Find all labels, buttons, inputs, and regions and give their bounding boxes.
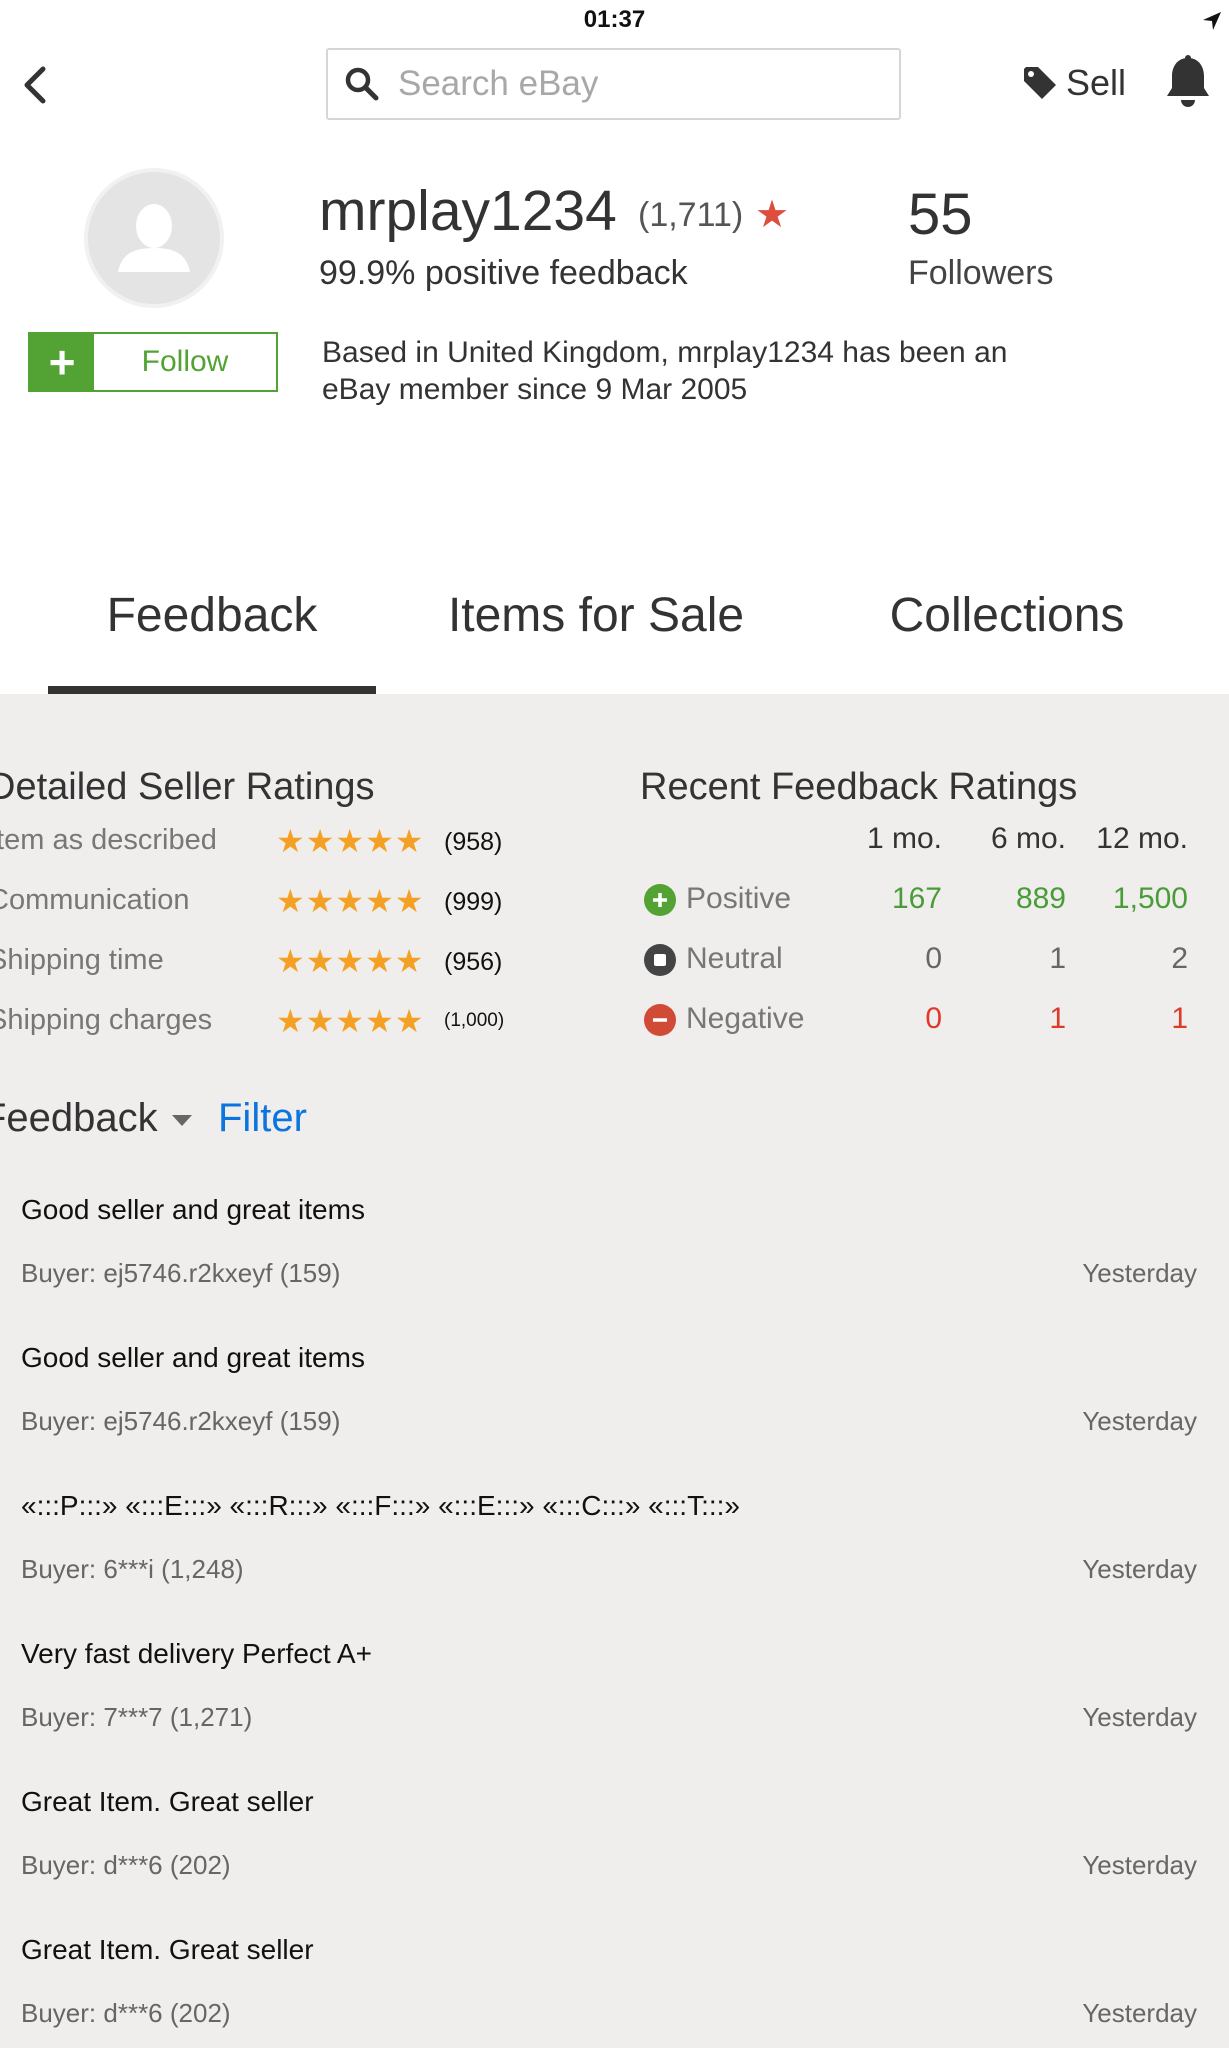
dsr-title: Detailed Seller Ratings — [0, 766, 375, 808]
feedback-buyer: Buyer: d***6 (202) — [21, 1998, 231, 2028]
feedback-date: Yesterday — [1082, 1554, 1197, 1584]
feedback-buyer: Buyer: 7***7 (1,271) — [21, 1702, 253, 1732]
feedback-item[interactable]: Very fast delivery Perfect A+ Buyer: 7**… — [0, 1628, 1229, 1776]
feedback-comment: Great Item. Great seller — [21, 1786, 314, 1817]
dsr-row: Shipping time ★★★★★ (956) — [0, 940, 520, 980]
dsr-count: (958) — [444, 828, 503, 856]
feedback-score[interactable]: (1,711) — [638, 196, 743, 235]
rfr-value: 1,500 — [1112, 882, 1188, 915]
price-tag-icon — [1024, 67, 1056, 99]
feedback-date: Yesterday — [1082, 1998, 1197, 2028]
search-input[interactable] — [398, 58, 878, 110]
rfr-title: Recent Feedback Ratings — [640, 766, 1078, 808]
rfr-value: 889 — [1015, 882, 1066, 915]
tab-feedback[interactable]: Feedback — [48, 560, 376, 694]
star-rating-icon: ★★★★★ — [276, 1003, 425, 1039]
dsr-count: (1,000) — [444, 1010, 505, 1031]
bell-icon — [1167, 55, 1209, 107]
chevron-left-icon — [24, 66, 46, 104]
back-button[interactable] — [14, 62, 54, 108]
status-time: 01:37 — [583, 6, 646, 33]
star-rating-icon: ★★★★★ — [276, 823, 425, 859]
rfr-row-neutral: Neutral 0 1 2 — [640, 938, 1200, 982]
dsr-label: Communication — [0, 884, 190, 916]
feedback-comment: Great Item. Great seller — [21, 1934, 314, 1965]
location-arrow-icon — [1203, 12, 1221, 30]
positive-feedback-percent: 99.9% positive feedback — [319, 254, 688, 292]
filter-link[interactable]: Filter — [218, 1096, 307, 1141]
follow-button[interactable]: + Follow — [28, 332, 278, 392]
feedback-date: Yesterday — [1082, 1850, 1197, 1880]
feedback-comment: Good seller and great items — [21, 1342, 365, 1373]
feedback-date: Yesterday — [1082, 1406, 1197, 1436]
tab-bar: Feedback Items for Sale Collections — [0, 560, 1229, 694]
feedback-dropdown-label: Feedback — [0, 1096, 158, 1140]
seller-username: mrplay1234 — [319, 179, 617, 243]
rfr-value: 0 — [925, 942, 942, 975]
neutral-circle-icon — [644, 944, 676, 976]
dsr-label: Shipping charges — [0, 1004, 213, 1036]
dsr-count: (956) — [444, 948, 503, 976]
rfr-value: 1 — [1049, 942, 1066, 975]
sell-button[interactable]: Sell — [1022, 58, 1126, 108]
minus-circle-icon — [644, 1004, 676, 1036]
rfr-row-negative: Negative 0 1 1 — [640, 998, 1200, 1042]
rfr-value: 167 — [891, 882, 942, 915]
feedback-buyer: Buyer: ej5746.r2kxeyf (159) — [21, 1258, 341, 1288]
dsr-label: Shipping time — [0, 944, 164, 976]
follow-label: Follow — [141, 345, 229, 378]
star-rating-icon: ★★★★★ — [276, 943, 425, 979]
rfr-value: 1 — [1049, 1002, 1066, 1035]
feedback-type-dropdown[interactable]: Feedback — [0, 1096, 192, 1141]
tab-items-for-sale[interactable]: Items for Sale — [396, 560, 796, 694]
search-icon — [345, 67, 379, 101]
rfr-column-header: 12 mo. — [1096, 822, 1188, 855]
dsr-label: Item as described — [0, 824, 217, 856]
active-tab-indicator — [48, 686, 376, 694]
search-bar[interactable] — [326, 48, 901, 120]
feedback-buyer: Buyer: d***6 (202) — [21, 1850, 231, 1880]
plus-icon: + — [30, 334, 94, 390]
notifications-button[interactable] — [1163, 54, 1213, 110]
member-info: Based in United Kingdom, mrplay1234 has … — [322, 336, 1008, 406]
dsr-row: Item as described ★★★★★ (958) — [0, 820, 520, 860]
user-silhouette-icon — [118, 204, 190, 272]
rfr-value: 1 — [1171, 1002, 1188, 1035]
followers-count: 55 — [908, 182, 973, 247]
rfr-value: 0 — [925, 1002, 942, 1035]
feedback-item[interactable]: Good seller and great items Buyer: ej574… — [0, 1332, 1229, 1480]
rfr-label: Neutral — [686, 942, 783, 975]
rfr-label: Positive — [686, 882, 792, 915]
score-star-icon: ★ — [755, 194, 790, 236]
dsr-count: (999) — [444, 888, 503, 916]
rfr-row-positive: Positive 167 889 1,500 — [640, 878, 1200, 922]
feedback-comment: Very fast delivery Perfect A+ — [21, 1638, 372, 1669]
sell-label: Sell — [1066, 62, 1127, 103]
feedback-date: Yesterday — [1082, 1702, 1197, 1732]
rfr-column-header: 1 mo. — [866, 822, 942, 855]
feedback-buyer: Buyer: 6***i (1,248) — [21, 1554, 244, 1584]
feedback-date: Yesterday — [1082, 1258, 1197, 1288]
rfr-column-header: 6 mo. — [990, 822, 1066, 855]
caret-down-icon — [171, 1114, 192, 1126]
rfr-value: 2 — [1171, 942, 1188, 975]
dsr-row: Shipping charges ★★★★★ (1,000) — [0, 1000, 520, 1040]
tab-collections[interactable]: Collections — [822, 560, 1192, 694]
feedback-content: Detailed Seller Ratings Item as describe… — [0, 694, 1229, 2048]
feedback-comment: Good seller and great items — [21, 1194, 365, 1225]
star-rating-icon: ★★★★★ — [276, 883, 425, 919]
feedback-item[interactable]: Great Item. Great seller Buyer: d***6 (2… — [0, 1776, 1229, 1924]
dsr-row: Communication ★★★★★ (999) — [0, 880, 520, 920]
rfr-label: Negative — [686, 1002, 805, 1035]
followers-label: Followers — [908, 254, 1054, 292]
feedback-item[interactable]: Great Item. Great seller Buyer: d***6 (2… — [0, 1924, 1229, 2048]
feedback-buyer: Buyer: ej5746.r2kxeyf (159) — [21, 1406, 341, 1436]
feedback-item[interactable]: «:::P:::» «:::E:::» «:::R:::» «:::F:::» … — [0, 1480, 1229, 1628]
feedback-comment: «:::P:::» «:::E:::» «:::R:::» «:::F:::» … — [21, 1490, 740, 1521]
avatar — [84, 168, 224, 308]
plus-circle-icon — [644, 884, 676, 916]
feedback-item[interactable]: Good seller and great items Buyer: ej574… — [0, 1184, 1229, 1332]
